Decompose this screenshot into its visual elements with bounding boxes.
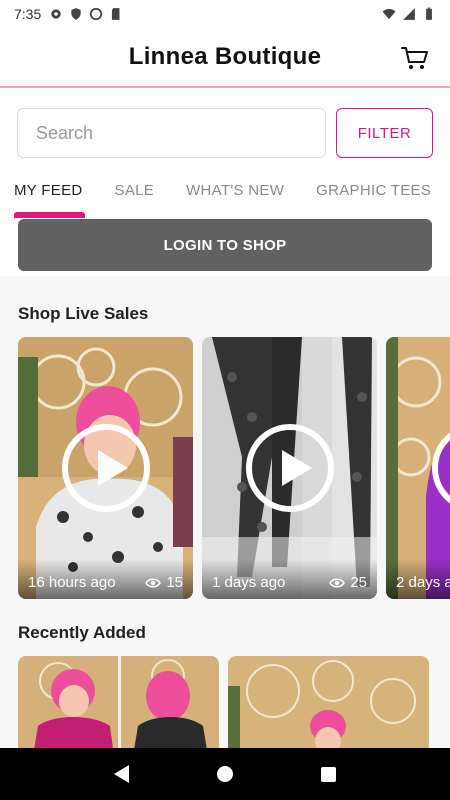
status-left: 7:35 [14,6,123,22]
tab-whats-new[interactable]: WHAT'S NEW [170,172,300,218]
tab-sale[interactable]: SALE [99,172,171,218]
recently-added-carousel[interactable] [18,656,429,748]
feed-content[interactable]: Shop Live Sales 16 hours ago 15 1 days a… [0,276,450,748]
view-count-value: 15 [166,574,183,591]
live-sales-heading: Shop Live Sales [18,304,149,323]
status-time: 7:35 [14,6,42,22]
search-row: FILTER [17,108,433,160]
tab-my-feed[interactable]: MY FEED [0,172,99,218]
product-card[interactable] [18,656,219,748]
app-header: Linnea Boutique [0,28,450,88]
play-icon[interactable] [245,424,334,512]
view-count-value: 25 [350,574,367,591]
home-icon[interactable] [217,766,233,782]
view-count: 25 [329,574,367,591]
signal-icon [403,8,415,20]
category-tabs: MY FEED SALE WHAT'S NEW GRAPHIC TEES B [0,172,450,218]
page-title: Linnea Boutique [128,43,322,70]
play-triangle [281,450,312,486]
status-right [382,7,436,21]
status-bar: 7:35 [0,0,450,28]
play-icon[interactable] [61,424,150,512]
card-meta: 1 days ago 25 [202,559,377,599]
login-container: LOGIN TO SHOP [0,218,450,276]
tab-graphic-tees[interactable]: GRAPHIC TEES [300,172,447,218]
product-card[interactable] [228,656,429,748]
back-icon[interactable] [114,765,129,783]
live-sale-card[interactable]: 16 hours ago 15 [18,337,193,599]
filter-button[interactable]: FILTER [336,108,433,158]
shield-icon [71,8,81,20]
live-sales-carousel[interactable]: 16 hours ago 15 1 days ago 25 2 days a [18,337,450,599]
battery-icon [426,7,432,20]
play-triangle [97,450,128,486]
tab-label: GRAPHIC TEES [316,182,432,199]
settings-icon [51,9,61,19]
eye-icon [329,577,346,588]
card-meta: 2 days ago [386,559,450,599]
product-image [18,656,219,748]
live-sale-card[interactable]: 1 days ago 25 [202,337,377,599]
card-timestamp: 1 days ago [212,574,286,591]
wifi-icon [382,9,396,20]
recently-added-heading: Recently Added [18,623,146,642]
product-image [228,656,429,748]
notification-icons [49,7,123,21]
sd-card-icon [112,8,120,20]
eye-icon [145,577,162,588]
data-saver-icon [90,7,103,21]
recent-apps-icon[interactable] [321,766,336,782]
tab-label: WHAT'S NEW [186,182,285,199]
cart-icon[interactable] [400,43,430,73]
card-meta: 16 hours ago 15 [18,559,193,599]
live-sale-card[interactable]: 2 days ago [386,337,450,599]
system-nav-bar [0,748,450,800]
card-timestamp: 2 days ago [396,574,450,591]
login-to-shop-button[interactable]: LOGIN TO SHOP [18,219,432,271]
view-count: 15 [145,574,183,591]
search-input[interactable] [17,108,326,158]
tab-label: SALE [114,182,155,199]
card-timestamp: 16 hours ago [28,574,116,591]
tab-label: MY FEED [14,182,83,199]
